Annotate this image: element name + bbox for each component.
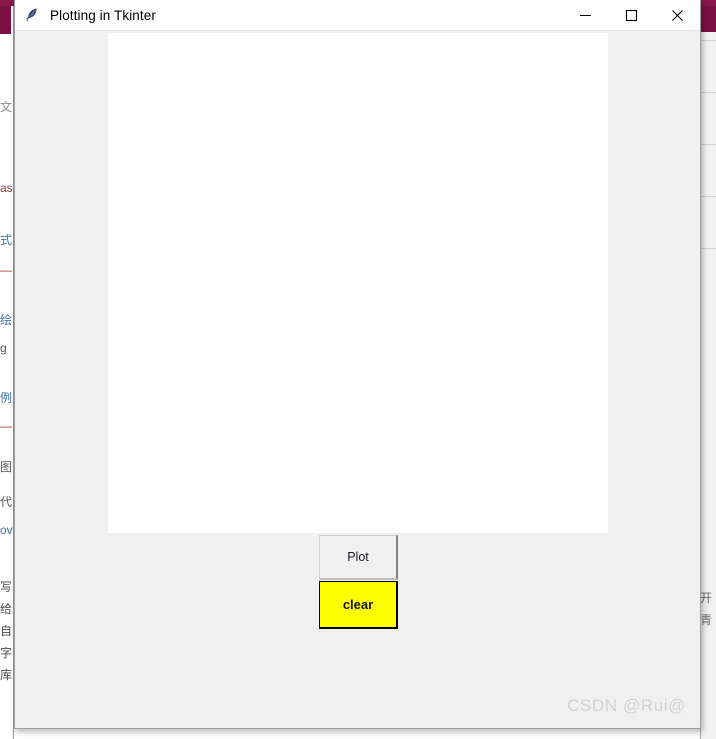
background-text-fragment: ov xyxy=(0,524,13,537)
background-text-fragment: 库 xyxy=(0,669,13,682)
background-text-fragment: 写 xyxy=(0,581,13,594)
background-text-fragment: — xyxy=(0,264,12,277)
background-rule xyxy=(701,248,716,249)
background-text-fragment: 字 xyxy=(0,647,13,660)
close-icon xyxy=(671,10,683,21)
background-rule xyxy=(701,92,716,93)
background-text-fragment: 式 xyxy=(0,234,13,247)
background-rule xyxy=(701,196,716,197)
background-text-fragment: 青 xyxy=(700,614,713,627)
maximize-icon xyxy=(625,9,637,22)
background-text-fragment: 给 xyxy=(0,603,13,616)
background-left-accent xyxy=(0,6,11,34)
window-controls xyxy=(562,0,700,30)
background-text-fragment: 开 xyxy=(700,592,713,605)
background-text-fragment: 文 xyxy=(0,101,13,114)
background-text-fragment: 图 xyxy=(0,461,13,474)
background-rule xyxy=(701,40,716,41)
maximize-button[interactable] xyxy=(608,0,654,31)
tkinter-window: Plotting in Tkinter Plot clear CSDN @Rui… xyxy=(14,0,701,729)
window-title: Plotting in Tkinter xyxy=(50,7,156,23)
plot-button[interactable]: Plot xyxy=(319,535,398,580)
tk-feather-icon xyxy=(26,8,37,22)
clear-button[interactable]: clear xyxy=(319,581,398,629)
window-titlebar[interactable]: Plotting in Tkinter xyxy=(15,0,700,31)
background-text-fragment: as xyxy=(0,182,13,195)
background-text-fragment: — xyxy=(0,420,12,433)
background-text-fragment: 绘 xyxy=(0,314,13,327)
minimize-icon xyxy=(579,15,591,16)
background-text-fragment: 例 xyxy=(0,392,13,405)
background-rule xyxy=(701,144,716,145)
button-group: Plot clear xyxy=(319,535,398,629)
background-left-column: 文 as 式 — 绘 g 例 — 图代 ov 写给自字库 xyxy=(0,6,14,739)
matplotlib-plot-canvas[interactable] xyxy=(108,33,608,533)
background-right-column: 开青 xyxy=(700,6,716,739)
background-text-fragment: 自 xyxy=(0,625,13,638)
background-text-fragment: 代 xyxy=(0,496,13,509)
close-button[interactable] xyxy=(654,0,700,31)
background-right-accent xyxy=(701,6,716,32)
minimize-button[interactable] xyxy=(562,0,608,31)
background-text-fragment: g xyxy=(0,342,7,355)
window-body: Plot clear CSDN @Rui@ xyxy=(15,31,700,727)
csdn-watermark: CSDN @Rui@ xyxy=(567,696,686,715)
